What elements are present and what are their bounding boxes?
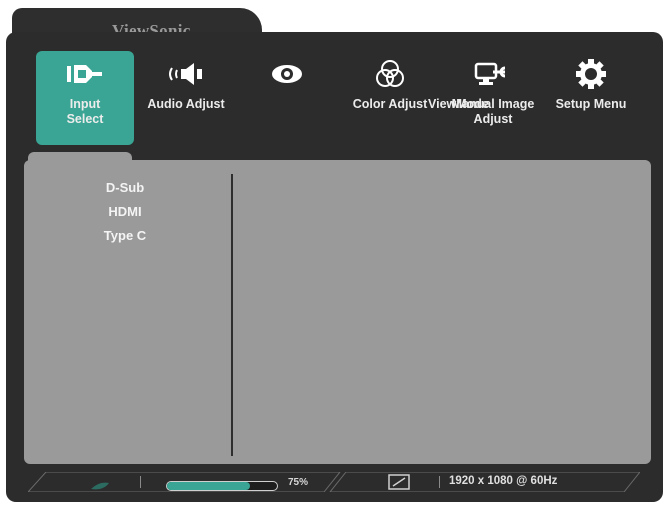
status-separator-2 — [439, 476, 440, 488]
eco-icon — [89, 478, 111, 496]
menu-setup[interactable]: Setup Menu — [548, 51, 634, 145]
panel-divider — [231, 174, 233, 456]
brightness-bar-fill — [167, 482, 250, 490]
aspect-icon — [388, 474, 410, 495]
menu-viewmode-eye[interactable] — [258, 51, 316, 145]
menu-manual-image-line1: Manual Image — [451, 97, 535, 111]
monitor-wrench-icon — [450, 51, 536, 97]
submenu-item-dsub[interactable]: D-Sub — [80, 180, 170, 195]
color-circles-icon — [346, 51, 434, 97]
menu-audio-adjust-label: Audio Adjust — [147, 97, 225, 111]
brightness-percent: 75% — [288, 477, 309, 488]
menu-manual-image-adjust[interactable]: Manual Image Adjust — [450, 51, 536, 145]
input-source-icon — [36, 51, 134, 97]
eye-icon — [258, 51, 316, 97]
submenu-item-hdmi[interactable]: HDMI — [80, 204, 170, 219]
menu-audio-adjust[interactable]: Audio Adjust — [140, 51, 232, 145]
resolution-readout: 1920 x 1080 @ 60Hz — [449, 475, 558, 487]
status-separator — [140, 476, 141, 488]
gear-icon — [548, 51, 634, 97]
brightness-bar — [166, 478, 278, 496]
menu-setup-label: Setup Menu — [555, 97, 627, 111]
menu-color-adjust-label: Color Adjust — [352, 97, 428, 111]
speaker-icon — [140, 51, 232, 97]
menu-input-select[interactable]: Input Select — [36, 51, 134, 145]
osd-menu: ViewSonic Input Select Audio Adjust Colo… — [0, 0, 665, 509]
menu-color-adjust[interactable]: Color Adjust — [346, 51, 434, 145]
menu-manual-image-line2: Adjust — [473, 112, 513, 126]
menu-input-select-line2: Select — [66, 112, 104, 126]
submenu-item-typec[interactable]: Type C — [80, 228, 170, 243]
menu-input-select-line1: Input — [69, 97, 101, 111]
